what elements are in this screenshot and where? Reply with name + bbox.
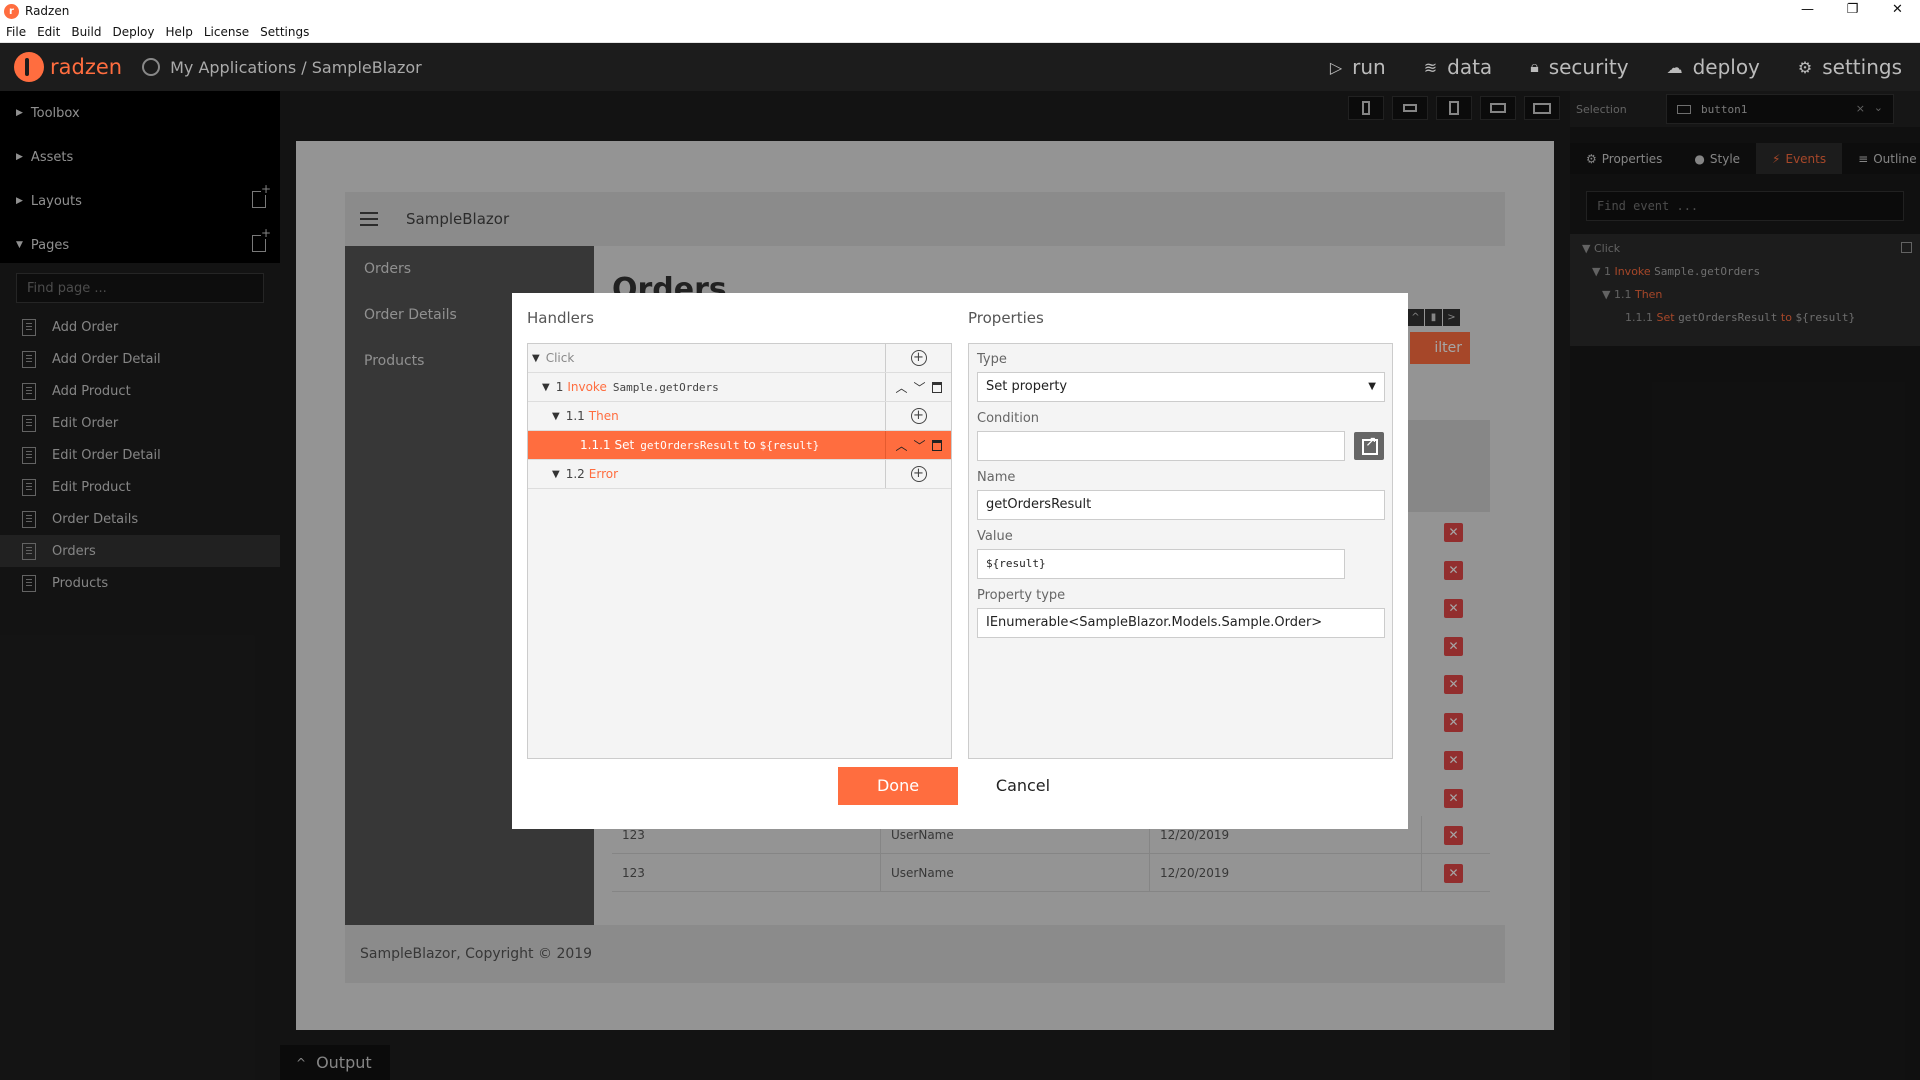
window-title: Radzen xyxy=(25,4,70,18)
nav-data[interactable]: ≋ data xyxy=(1424,55,1492,79)
type-select[interactable]: Set property ▼ xyxy=(977,372,1385,402)
handler-row-then[interactable]: ▼ 1.1 Then + xyxy=(528,402,951,431)
nav-security[interactable]: 🔒︎ security xyxy=(1530,55,1628,79)
condition-label: Condition xyxy=(977,411,1040,426)
condition-input[interactable] xyxy=(977,431,1345,461)
handler-row-error[interactable]: ▼ 1.2 Error + xyxy=(528,460,951,489)
handler-row-set-selected[interactable]: 1.1.1 Set getOrdersResult to ${result} ︿… xyxy=(528,431,951,460)
menu-edit[interactable]: Edit xyxy=(37,25,60,39)
breadcrumb-text: My Applications / SampleBlazor xyxy=(170,57,422,77)
node-num: 1.1.1 xyxy=(580,438,611,452)
name-input[interactable]: getOrdersResult xyxy=(977,490,1385,520)
cloud-icon: ☁ xyxy=(1666,57,1683,77)
node-to: to xyxy=(743,438,756,452)
nav-settings[interactable]: ⚙ settings xyxy=(1798,55,1902,79)
node-target: getOrdersResult xyxy=(640,438,740,452)
open-expression-editor-icon[interactable] xyxy=(1354,432,1384,460)
node-kw: Then xyxy=(588,409,619,423)
add-circle-icon[interactable]: + xyxy=(910,466,927,482)
nav-data-label: data xyxy=(1447,55,1493,79)
restore-icon[interactable]: ❐ xyxy=(1830,0,1875,22)
properties-title: Properties xyxy=(968,309,1044,327)
node-kw: Error xyxy=(588,467,619,481)
event-handler-dialog: Handlers Properties ▼ Click + ▼ 1 Invoke… xyxy=(512,293,1408,829)
add-circle-icon[interactable]: + xyxy=(910,408,927,424)
nav-run[interactable]: ▷ run xyxy=(1330,55,1386,79)
lock-icon: 🔒︎ xyxy=(1530,57,1539,76)
nav-deploy[interactable]: ☁ deploy xyxy=(1667,55,1760,79)
menu-file[interactable]: File xyxy=(6,25,26,39)
nav-settings-label: settings xyxy=(1822,55,1902,79)
handler-actions: + xyxy=(885,344,951,372)
dashboard-icon xyxy=(142,58,161,76)
property-type-label: Property type xyxy=(977,588,1066,603)
top-nav: ▷ run ≋ data 🔒︎ security ☁ deploy ⚙ settings xyxy=(1292,43,1902,91)
breadcrumb[interactable]: My Applications / SampleBlazor xyxy=(142,58,422,77)
play-icon: ▷ xyxy=(1329,57,1343,77)
menu-bar: File Edit Build Deploy Help License Sett… xyxy=(0,22,1920,43)
gear-icon: ⚙ xyxy=(1797,57,1813,77)
name-label: Name xyxy=(977,470,1016,485)
window-controls: — ❐ ✕ xyxy=(1785,0,1920,22)
menu-license[interactable]: License xyxy=(204,25,249,39)
minimize-icon[interactable]: — xyxy=(1785,0,1830,22)
caret-down-icon: ▼ xyxy=(542,381,550,393)
handlers-tree: ▼ Click + ▼ 1 Invoke Sample.getOrders ︿ ﹀… xyxy=(527,343,952,759)
menu-help[interactable]: Help xyxy=(166,25,193,39)
type-value: Set property xyxy=(986,379,1068,394)
cancel-button[interactable]: Cancel xyxy=(978,767,1068,805)
trash-icon[interactable] xyxy=(931,439,942,451)
node-target: Sample.getOrders xyxy=(612,380,719,394)
logo-text: radzen xyxy=(50,55,123,79)
handler-label: Click xyxy=(545,351,575,365)
radzen-app-icon: r xyxy=(4,3,19,19)
move-down-icon[interactable]: ﹀ xyxy=(914,437,926,454)
dropdown-arrow-icon: ▼ xyxy=(1368,381,1376,392)
app-header-bar: radzen My Applications / SampleBlazor ▷ r… xyxy=(0,43,1920,91)
caret-down-icon: ▼ xyxy=(532,352,540,364)
radzen-logo-icon xyxy=(14,52,44,82)
add-circle-icon[interactable]: + xyxy=(910,350,927,366)
trash-icon[interactable] xyxy=(931,381,942,393)
move-up-icon[interactable]: ︿ xyxy=(895,437,907,454)
nav-security-label: security xyxy=(1548,55,1629,79)
move-up-icon[interactable]: ︿ xyxy=(895,379,907,396)
menu-build[interactable]: Build xyxy=(71,25,101,39)
handler-actions: + xyxy=(885,402,951,430)
menu-deploy[interactable]: Deploy xyxy=(112,25,154,39)
layers-icon: ≋ xyxy=(1423,57,1438,77)
node-num: 1 xyxy=(555,380,564,394)
handler-actions: ︿ ﹀ xyxy=(885,373,951,401)
radzen-logo[interactable]: radzen xyxy=(14,52,122,82)
node-num: 1.1 xyxy=(565,409,585,423)
handlers-title: Handlers xyxy=(527,309,594,327)
handler-row-invoke[interactable]: ▼ 1 Invoke Sample.getOrders ︿ ﹀ xyxy=(528,373,951,402)
close-icon[interactable]: ✕ xyxy=(1875,0,1920,22)
menu-settings[interactable]: Settings xyxy=(260,25,309,39)
nav-deploy-label: deploy xyxy=(1692,55,1760,79)
value-input[interactable]: ${result} xyxy=(977,549,1345,579)
property-type-input[interactable]: IEnumerable<SampleBlazor.Models.Sample.O… xyxy=(977,608,1385,638)
move-down-icon[interactable]: ﹀ xyxy=(914,379,926,396)
window-titlebar: r Radzen — ❐ ✕ xyxy=(0,0,1920,22)
caret-down-icon: ▼ xyxy=(552,468,560,480)
node-kw: Set xyxy=(614,438,635,452)
nav-run-label: run xyxy=(1352,55,1386,79)
node-value: ${result} xyxy=(759,438,820,452)
done-button[interactable]: Done xyxy=(838,767,958,805)
value-label: Value xyxy=(977,529,1013,544)
type-label: Type xyxy=(977,352,1007,367)
node-num: 1.2 xyxy=(565,467,585,481)
caret-down-icon: ▼ xyxy=(552,410,560,422)
node-kw: Invoke xyxy=(567,380,607,394)
handler-actions: + xyxy=(885,460,951,488)
handler-actions: ︿ ﹀ xyxy=(885,431,951,459)
properties-form: Type Set property ▼ Condition Name getOr… xyxy=(968,343,1393,759)
handler-row-click[interactable]: ▼ Click + xyxy=(528,344,951,373)
